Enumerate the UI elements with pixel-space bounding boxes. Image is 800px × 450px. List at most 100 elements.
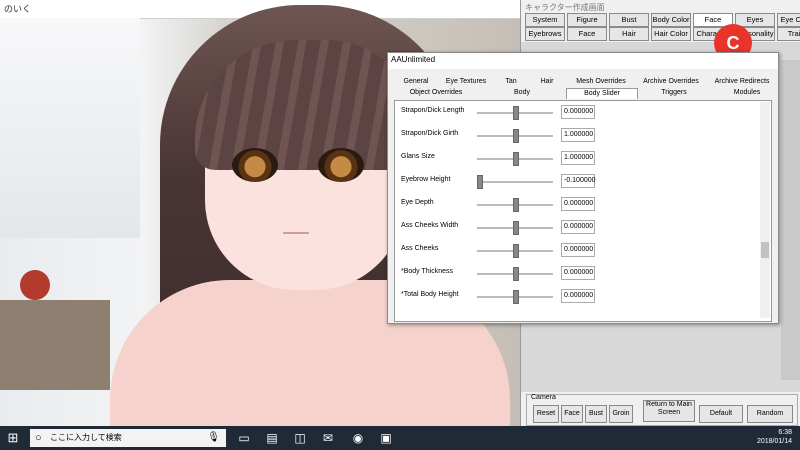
slider-label: *Body Thickness [401,268,454,275]
return-main-button[interactable]: Return to Main Screen [643,400,695,422]
slider-label: Ass Cheeks Width [401,222,459,229]
scene-shelf [0,300,110,390]
slider-row: Glans Size 1.000000 [401,149,761,169]
tab-archive-redirects[interactable]: Archive Redirects [706,77,778,87]
tab-eye-color[interactable]: Eye Color [777,13,800,27]
editor-tabs-row2: Eyebrows Face Details Hair Hair Color Ch… [525,27,800,50]
tab-eye-textures[interactable]: Eye Textures [438,77,494,87]
tray-time: 6:38 [778,429,792,436]
default-button[interactable]: Default [699,405,743,423]
tab-dialog-hair[interactable]: Hair [528,77,566,87]
tab-system[interactable]: System [525,13,565,27]
search-icon: ○ [35,432,42,444]
task-view-icon[interactable]: ▭ [236,430,252,446]
body-slider-list: Strapon/Dick Length 0.000000 Strapon/Dick … [394,100,772,322]
slider-value-field[interactable]: 0.000000 [561,220,595,234]
camera-label: Camera [531,394,556,401]
camera-reset-button[interactable]: Reset [533,405,559,423]
tab-general[interactable]: General [394,77,438,87]
slider-label: *Total Body Height [401,291,459,298]
slider-thumb[interactable] [513,244,519,258]
tab-object-overrides[interactable]: Object Overrides [394,88,478,98]
slider-thumb[interactable] [513,221,519,235]
tab-tan[interactable]: Tan [494,77,528,87]
background-window-title: のいく [4,4,32,14]
slider-row: Strapon/Dick Length 0.000000 [401,103,761,123]
dialog-tabs-row1: General Eye Textures Tan Hair Mesh Overr… [394,77,778,87]
tray-date: 2018/01/14 [756,438,792,445]
slider-label: Strapon/Dick Length [401,107,465,114]
character-editor-title: キャラクター作成画面 [525,3,605,12]
slider-label: Ass Cheeks [401,245,439,252]
slider-row: Ass Cheeks 0.000000 [401,241,761,261]
tab-body[interactable]: Body [478,88,566,98]
tab-figure[interactable]: Figure [567,13,607,27]
tab-face-details[interactable]: Face Details [567,27,607,50]
windows-start-icon[interactable]: ⊞ [5,430,21,446]
slider-thumb[interactable] [513,198,519,212]
tab-body-color[interactable]: Body Color [651,13,691,27]
slider-thumb[interactable] [477,175,483,189]
tab-traits[interactable]: Traits [777,27,800,41]
editor-preview-strip [781,60,800,380]
taskbar-search-box[interactable]: ○ ここに入力して検索 🎙 [30,429,226,447]
file-explorer-icon[interactable]: ▤ [264,430,280,446]
slider-thumb[interactable] [513,152,519,166]
dialog-scrollbar[interactable] [760,102,770,318]
character-mouth [283,232,309,234]
tab-hair-color[interactable]: Hair Color [651,27,691,41]
camera-panel: Camera Reset Face Bust Groin Return to M… [526,394,798,426]
camera-bust-button[interactable]: Bust [585,405,607,423]
slider-label: Strapon/Dick Girth [401,130,459,137]
tab-bust[interactable]: Bust [609,13,649,27]
camera-groin-button[interactable]: Groin [609,405,633,423]
tab-mesh-overrides[interactable]: Mesh Overrides [566,77,636,87]
scene-window [0,18,140,238]
dialog-title: AAUnlimited [391,55,436,64]
slider-thumb[interactable] [513,267,519,281]
slider-value-field[interactable]: 1.000000 [561,128,595,142]
mail-icon[interactable]: ✉ [320,430,336,446]
slider-row: Eyebrow Height -0.100000 [401,172,761,192]
character-right-eye [318,148,364,182]
slider-row: *Body Thickness 0.000000 [401,264,761,284]
slider-value-field[interactable]: 1.000000 [561,151,595,165]
slider-row: Strapon/Dick Girth 1.000000 [401,126,761,146]
dialog-tabs-row2: Object Overrides Body Body Slider Trigge… [394,88,784,99]
microphone-icon[interactable]: 🎙 [207,429,220,447]
tab-triggers[interactable]: Triggers [638,88,710,98]
dialog-scrollbar-thumb[interactable] [761,242,769,258]
tab-modules[interactable]: Modules [710,88,784,98]
slider-value-field[interactable]: 0.000000 [561,289,595,303]
editor-tabs-row1: System Figure Bust Body Color Face Eyes … [525,13,800,27]
dialog-titlebar: AAUnlimited [388,53,778,69]
tab-archive-overrides[interactable]: Archive Overrides [636,77,706,87]
slider-value-field[interactable]: -0.100000 [561,174,596,188]
tab-hair[interactable]: Hair [609,27,649,41]
windows-taskbar: ⊞ ○ ここに入力して検索 🎙 ▭ ▤ ◫ ✉ ◉ ▣ 6:38 2018/01… [0,426,800,450]
camera-face-button[interactable]: Face [561,405,583,423]
slider-value-field[interactable]: 0.000000 [561,105,595,119]
random-button[interactable]: Random [747,405,793,423]
slider-track[interactable] [477,181,553,183]
tab-eyebrows[interactable]: Eyebrows [525,27,565,41]
scene-lamp [20,270,50,300]
system-tray-clock[interactable]: 6:38 2018/01/14 [757,428,792,446]
slider-thumb[interactable] [513,129,519,143]
taskbar-search-placeholder: ここに入力して検索 [50,433,122,442]
slider-thumb[interactable] [513,106,519,120]
tab-body-slider[interactable]: Body Slider [566,88,638,99]
slider-value-field[interactable]: 0.000000 [561,197,595,211]
slider-value-field[interactable]: 0.000000 [561,266,595,280]
slider-thumb[interactable] [513,290,519,304]
store-icon[interactable]: ◫ [292,430,308,446]
chrome-icon[interactable]: ◉ [350,430,366,446]
character-left-eye [232,148,278,182]
slider-label: Eye Depth [401,199,434,206]
slider-label: Glans Size [401,153,435,160]
game-app-icon[interactable]: ▣ [378,430,394,446]
slider-value-field[interactable]: 0.000000 [561,243,595,257]
slider-row: *Total Body Height 0.000000 [401,287,761,307]
slider-row: Ass Cheeks Width 0.000000 [401,218,761,238]
slider-label: Eyebrow Height [401,176,451,183]
